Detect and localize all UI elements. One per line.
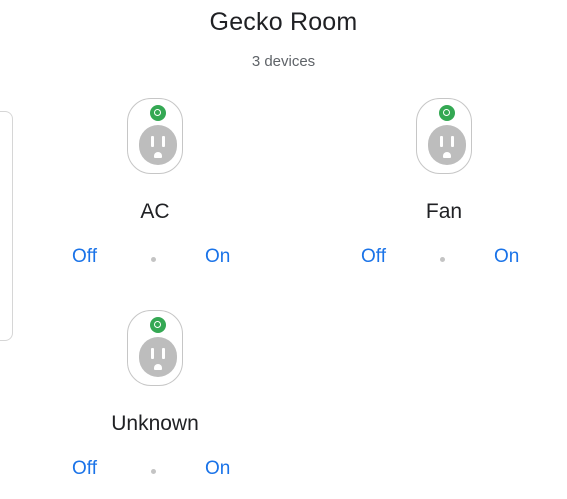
- socket-face: [139, 125, 177, 165]
- device-name: AC: [140, 200, 170, 223]
- outlet-body: [416, 98, 472, 174]
- power-outlet-icon[interactable]: [414, 96, 474, 176]
- device-controls: Off On: [45, 458, 265, 484]
- device-name: Unknown: [111, 412, 199, 435]
- separator-dot: [440, 257, 445, 262]
- socket-face: [139, 337, 177, 377]
- separator-dot: [151, 257, 156, 262]
- power-outlet-icon[interactable]: [125, 96, 185, 176]
- off-button[interactable]: Off: [72, 246, 97, 268]
- status-online-icon: [439, 105, 455, 121]
- on-button[interactable]: On: [205, 246, 230, 268]
- status-online-icon: [150, 105, 166, 121]
- device-name: Fan: [425, 200, 463, 223]
- off-button[interactable]: Off: [361, 246, 386, 268]
- power-outlet-icon[interactable]: [125, 308, 185, 388]
- on-button[interactable]: On: [494, 246, 519, 268]
- side-panel-handle[interactable]: [0, 111, 13, 341]
- device-card-unknown: Unknown Off On: [45, 308, 265, 488]
- status-online-icon: [150, 317, 166, 333]
- socket-face: [428, 125, 466, 165]
- outlet-body: [127, 310, 183, 386]
- outlet-body: [127, 98, 183, 174]
- on-button[interactable]: On: [205, 458, 230, 480]
- device-card-ac: AC Off On: [45, 96, 265, 276]
- device-controls: Off On: [45, 246, 265, 272]
- device-controls: Off On: [334, 246, 554, 272]
- device-count: 3 devices: [251, 53, 316, 70]
- room-title: Gecko Room: [209, 8, 358, 36]
- separator-dot: [151, 469, 156, 474]
- off-button[interactable]: Off: [72, 458, 97, 480]
- device-card-fan: Fan Off On: [334, 96, 554, 276]
- room-page: Gecko Room 3 devices AC Off On Fan Off O…: [0, 0, 567, 499]
